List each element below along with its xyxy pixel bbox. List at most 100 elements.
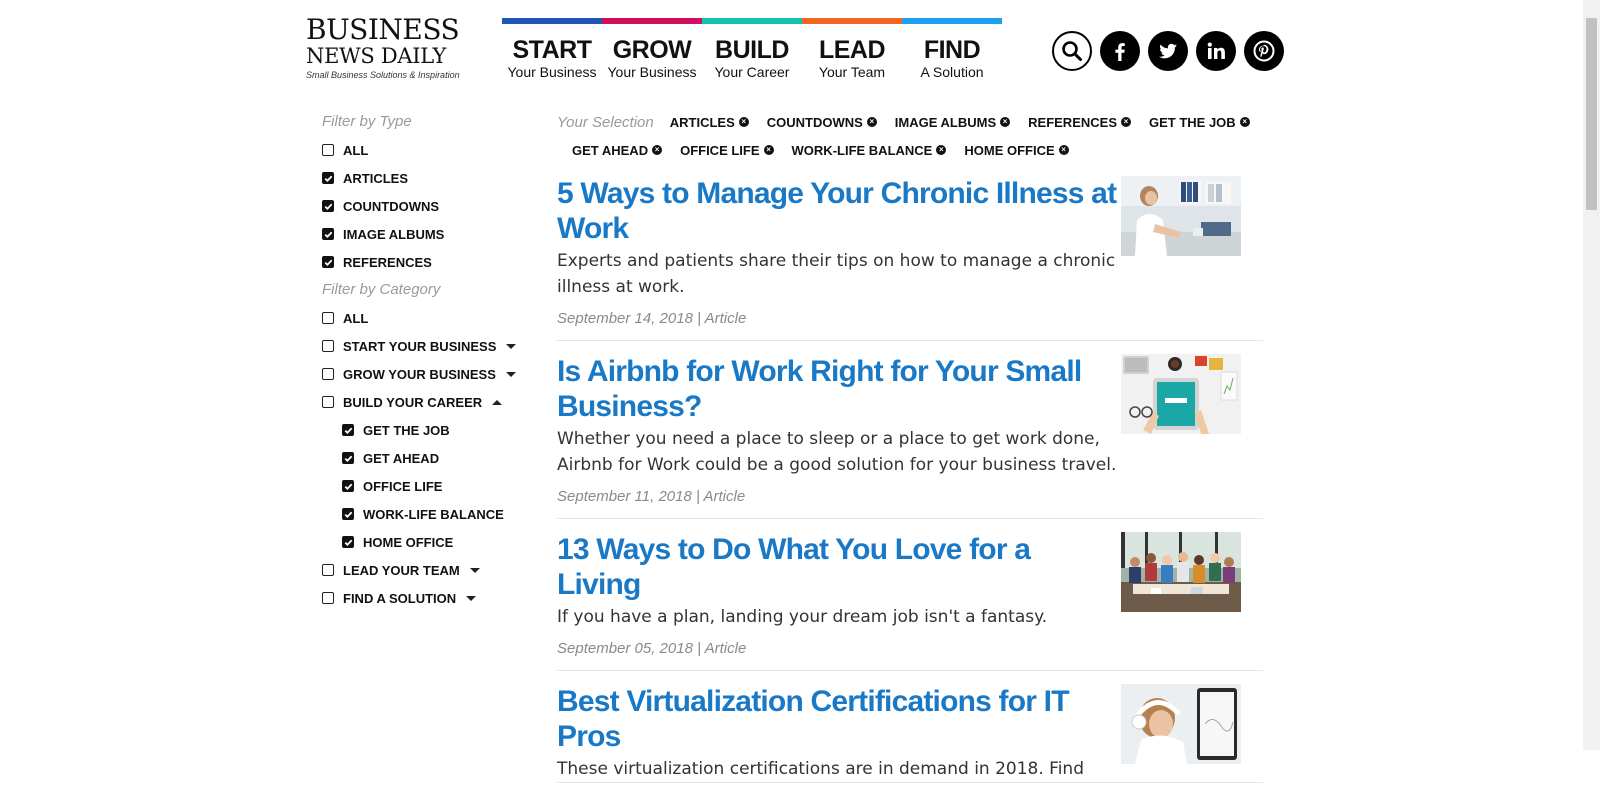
pinterest-icon[interactable] [1244, 31, 1284, 71]
article-title-link[interactable]: 5 Ways to Manage Your Chronic Illness at… [557, 176, 1117, 246]
article-thumbnail[interactable] [1121, 176, 1241, 256]
caret-down-icon[interactable] [505, 371, 516, 377]
checkbox[interactable] [342, 480, 354, 492]
filter-type-all[interactable]: ALL [322, 136, 522, 164]
checkbox[interactable] [322, 368, 334, 380]
tag-label: GET THE JOB [1149, 114, 1236, 130]
nav-item-sublabel: Your Business [507, 64, 597, 80]
nav-item-start[interactable]: START Your Business [502, 18, 602, 88]
filter-category-lead-your-team[interactable]: LEAD YOUR TEAM [322, 556, 522, 584]
selection-tag-articles[interactable]: ARTICLES × [670, 115, 749, 130]
article-title-link[interactable]: Is Airbnb for Work Right for Your Small … [557, 354, 1117, 424]
selection-tag-get-the-job[interactable]: GET THE JOB × [1149, 115, 1250, 130]
filter-category-all[interactable]: ALL [322, 304, 522, 332]
selection-tag-work-life-balance[interactable]: WORK-LIFE BALANCE × [792, 143, 947, 158]
filter-label: GET THE JOB [363, 422, 450, 438]
filter-type-countdowns[interactable]: COUNTDOWNS [322, 192, 522, 220]
selection-tag-image-albums[interactable]: IMAGE ALBUMS × [895, 115, 1011, 130]
tag-label: REFERENCES [1028, 114, 1117, 130]
page-scrollbar[interactable] [1583, 0, 1600, 750]
checkbox[interactable] [322, 312, 334, 324]
tag-label: GET AHEAD [572, 142, 649, 158]
remove-tag-icon[interactable]: × [652, 145, 663, 155]
logo-line-2: NEWS DAILY [306, 44, 447, 68]
selection-tag-office-life[interactable]: OFFICE LIFE × [680, 143, 774, 158]
checkbox[interactable] [322, 340, 334, 352]
selection-tag-countdowns[interactable]: COUNTDOWNS × [767, 115, 877, 130]
caret-down-icon[interactable] [506, 343, 517, 349]
filter-sidebar: Filter by Type ALL ARTICLES COUNTDOWNS IMAG… [322, 108, 522, 612]
checkbox[interactable] [322, 396, 334, 408]
search-icon[interactable] [1052, 31, 1092, 71]
remove-tag-icon[interactable]: × [738, 117, 749, 127]
checkbox[interactable] [342, 508, 354, 520]
checkbox[interactable] [342, 424, 354, 436]
checkbox[interactable] [322, 144, 334, 156]
filter-category-office-life[interactable]: OFFICE LIFE [322, 472, 522, 500]
filter-label: COUNTDOWNS [343, 198, 440, 214]
remove-tag-icon[interactable]: × [866, 117, 877, 127]
checkbox[interactable] [322, 200, 334, 212]
tag-label: WORK-LIFE BALANCE [791, 142, 933, 158]
filter-category-find-a-solution[interactable]: FIND A SOLUTION [322, 584, 522, 612]
article-title-link[interactable]: Best Virtualization Certifications for I… [557, 684, 1117, 754]
remove-tag-icon[interactable]: × [1121, 117, 1131, 127]
linkedin-icon[interactable] [1196, 31, 1236, 71]
article-thumbnail[interactable] [1121, 354, 1241, 434]
main-nav: START Your Business GROW Your Business BUILD… [502, 18, 1002, 88]
filter-category-start-your-business[interactable]: START YOUR BUSINESS [322, 332, 522, 360]
article-thumbnail[interactable] [1121, 684, 1241, 764]
nav-item-label: LEAD [818, 36, 886, 64]
checkbox[interactable] [322, 592, 334, 604]
filter-type-references[interactable]: REFERENCES [322, 248, 522, 276]
caret-down-icon[interactable] [466, 595, 477, 601]
filter-category-build-your-career[interactable]: BUILD YOUR CAREER [322, 388, 522, 416]
filter-type-image-albums[interactable]: IMAGE ALBUMS [322, 220, 522, 248]
remove-tag-icon[interactable]: × [1239, 117, 1250, 127]
article-title-link[interactable]: 13 Ways to Do What You Love for a Living [557, 532, 1117, 602]
nav-item-lead[interactable]: LEAD Your Team [802, 18, 902, 88]
nav-item-find[interactable]: FIND A Solution [902, 18, 1002, 88]
selection-tag-home-office[interactable]: HOME OFFICE × [964, 142, 1069, 158]
remove-tag-icon[interactable]: × [1058, 145, 1069, 155]
scrollbar-thumb[interactable] [1586, 18, 1597, 210]
selection-tag-references[interactable]: REFERENCES × [1028, 115, 1131, 130]
twitter-icon[interactable] [1148, 31, 1188, 71]
remove-tag-icon[interactable]: × [1000, 117, 1011, 127]
checkbox[interactable] [322, 172, 334, 184]
filter-type-articles[interactable]: ARTICLES [322, 164, 522, 192]
filter-label: HOME OFFICE [363, 534, 454, 550]
filter-type-title: Filter by Type [322, 113, 412, 130]
nav-item-label: GROW [612, 36, 692, 64]
nav-item-sublabel: Your Business [607, 64, 697, 80]
selection-tag-get-ahead[interactable]: GET AHEAD × [572, 142, 663, 158]
facebook-icon[interactable] [1100, 31, 1140, 71]
filter-category-home-office[interactable]: HOME OFFICE [322, 528, 522, 556]
article-thumbnail[interactable] [1121, 532, 1241, 612]
article-meta: September 14, 2018 | Article [557, 310, 747, 327]
logo-line-1: BUSINESS [306, 13, 460, 46]
site-logo[interactable]: BUSINESS NEWS DAILY Small Business Solut… [306, 16, 460, 82]
filter-label: WORK-LIFE BALANCE [363, 506, 504, 522]
nav-item-grow[interactable]: GROW Your Business [602, 18, 702, 88]
checkbox[interactable] [342, 536, 354, 548]
nav-item-build[interactable]: BUILD Your Career [702, 18, 802, 88]
caret-down-icon[interactable] [469, 567, 480, 573]
checkbox[interactable] [322, 564, 334, 576]
nav-item-sublabel: Your Career [714, 64, 790, 80]
filter-category-get-ahead[interactable]: GET AHEAD [322, 444, 522, 472]
caret-up-icon[interactable] [492, 399, 503, 405]
filter-label: ARTICLES [343, 170, 408, 186]
checkbox[interactable] [322, 256, 334, 268]
article-body: Is Airbnb for Work Right for Your Small … [557, 354, 1117, 518]
tag-label: HOME OFFICE [964, 142, 1055, 158]
filter-category-work-life-balance[interactable]: WORK-LIFE BALANCE [322, 500, 522, 528]
nav-item-label: FIND [923, 36, 981, 64]
checkbox[interactable] [322, 228, 334, 240]
checkbox[interactable] [342, 452, 354, 464]
article-description: These virtualization certifications are … [557, 759, 1084, 779]
filter-category-grow-your-business[interactable]: GROW YOUR BUSINESS [322, 360, 522, 388]
remove-tag-icon[interactable]: × [763, 145, 774, 155]
remove-tag-icon[interactable]: × [936, 145, 947, 155]
filter-category-get-the-job[interactable]: GET THE JOB [322, 416, 522, 444]
